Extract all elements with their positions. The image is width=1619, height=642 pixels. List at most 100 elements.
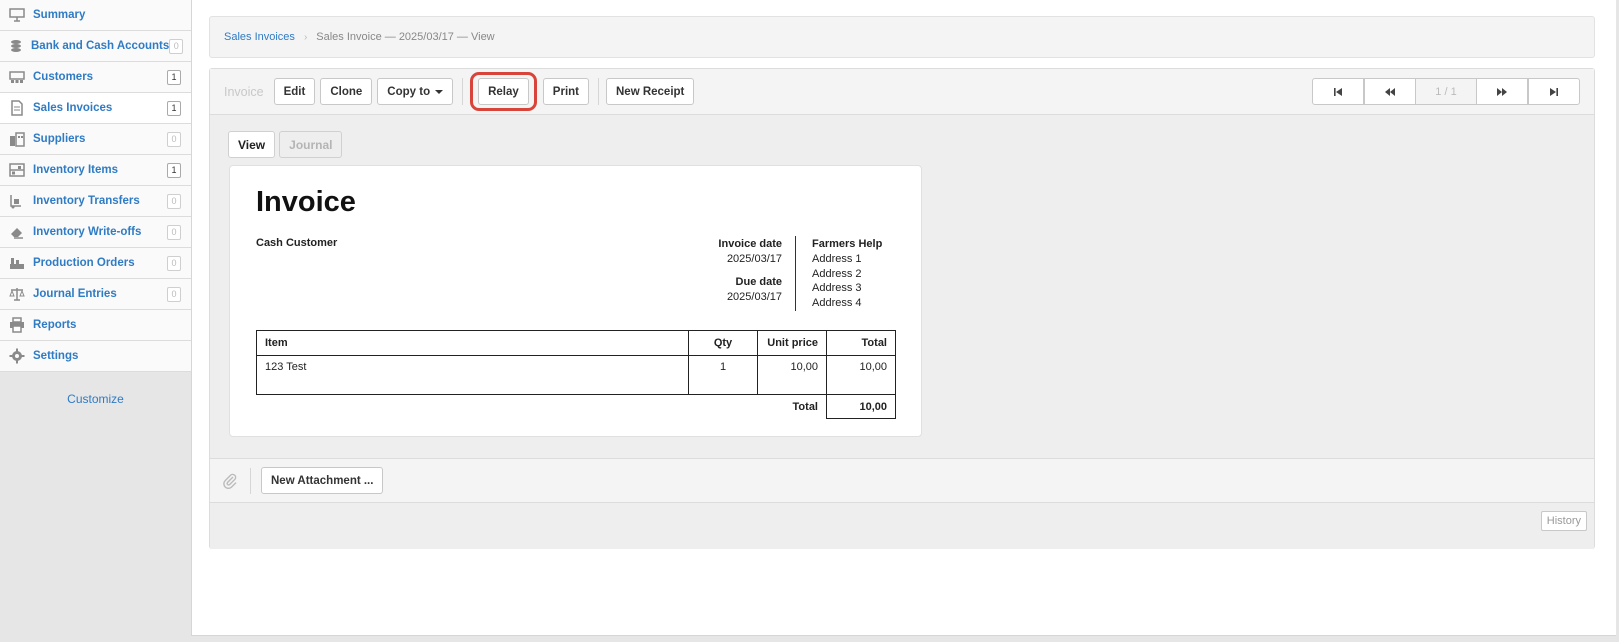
relay-highlight-ring: Relay — [470, 72, 537, 111]
sidebar-item-label: Inventory Write-offs — [33, 226, 142, 238]
sidebar-item-inventory-transfers[interactable]: Inventory Transfers 0 — [0, 186, 191, 217]
rewind-icon — [1385, 87, 1395, 96]
history-button[interactable]: History — [1540, 511, 1587, 531]
total-label: Total — [792, 400, 818, 413]
address-divider — [795, 236, 796, 311]
sidebar-item-inventory-items[interactable]: Inventory Items 1 — [0, 155, 191, 186]
tab-journal[interactable]: Journal — [279, 131, 343, 158]
toolbar-title: Invoice — [224, 84, 264, 99]
sidebar-item-settings[interactable]: Settings — [0, 341, 191, 372]
count-badge: 1 — [167, 69, 181, 85]
view-tabs: View Journal — [228, 131, 346, 158]
sidebar-item-label: Settings — [33, 350, 79, 362]
sidebar-item-summary[interactable]: Summary — [0, 0, 191, 31]
sidebar-item-journal-entries[interactable]: Journal Entries 0 — [0, 279, 191, 310]
print-button[interactable]: Print — [542, 78, 589, 105]
customers-icon — [8, 68, 26, 86]
edit-button[interactable]: Edit — [273, 78, 316, 105]
invoice-card: Invoice Edit Clone Copy to Relay Print N… — [209, 68, 1595, 549]
company-address-line: Address 3 — [812, 282, 862, 295]
sidebar-item-reports[interactable]: Reports — [0, 310, 191, 341]
chevron-right-icon: › — [303, 31, 308, 43]
toolbar-divider — [462, 78, 464, 105]
count-badge: 1 — [167, 100, 181, 116]
company-address-line: Address 2 — [812, 267, 862, 280]
breadcrumb-link-sales-invoices[interactable]: Sales Invoices — [224, 31, 295, 43]
invoice-document-icon — [8, 99, 26, 117]
sidebar-item-production-orders[interactable]: Production Orders 0 — [0, 248, 191, 279]
breadcrumb: Sales Invoices › Sales Invoice — 2025/03… — [209, 16, 1595, 58]
last-page-icon — [1550, 87, 1558, 96]
sidebar-item-sales-invoices[interactable]: Sales Invoices 1 — [0, 93, 191, 124]
toolbar-divider — [250, 467, 251, 494]
column-header-item: Item — [256, 330, 689, 356]
clone-button[interactable]: Clone — [320, 78, 373, 105]
paperclip-icon — [210, 473, 250, 489]
breadcrumb-current: Sales Invoice — 2025/03/17 — View — [316, 31, 495, 43]
sidebar-item-label: Inventory Transfers — [33, 195, 140, 207]
cell-qty: 1 — [688, 355, 758, 395]
count-badge: 0 — [167, 131, 181, 147]
sidebar-item-label: Customers — [33, 71, 94, 83]
count-badge: 1 — [167, 162, 181, 178]
customize-link[interactable]: Customize — [0, 392, 191, 406]
total-row: Total 10,00 — [257, 394, 896, 419]
company-address-line: Address 4 — [812, 297, 862, 310]
copy-to-button[interactable]: Copy to — [377, 78, 454, 105]
sidebar-item-customers[interactable]: Customers 1 — [0, 62, 191, 93]
content-area: View Journal Invoice Cash Customer Invoi… — [210, 115, 1594, 458]
column-header-total: Total — [826, 330, 896, 356]
table-header-row: Item Qty Unit price Total — [256, 330, 896, 356]
printer-icon — [8, 316, 26, 334]
column-header-qty: Qty — [688, 330, 758, 356]
toolbar: Invoice Edit Clone Copy to Relay Print N… — [210, 69, 1594, 115]
due-date-label: Due date — [735, 276, 782, 288]
count-badge: 0 — [167, 193, 181, 209]
sidebar-item-suppliers[interactable]: Suppliers 0 — [0, 124, 191, 155]
balance-scale-icon — [8, 285, 26, 303]
count-badge: 0 — [169, 38, 184, 54]
new-attachment-button[interactable]: New Attachment ... — [261, 467, 384, 494]
count-badge: 0 — [167, 286, 181, 302]
cell-item: 123 Test — [256, 355, 689, 395]
customer-name: Cash Customer — [256, 237, 338, 249]
copy-to-label: Copy to — [387, 85, 431, 98]
new-receipt-button[interactable]: New Receipt — [606, 78, 695, 105]
main-panel: Sales Invoices › Sales Invoice — 2025/03… — [191, 0, 1616, 636]
sidebar-item-label: Reports — [33, 319, 77, 331]
first-page-icon — [1334, 87, 1342, 96]
first-page-button[interactable] — [1312, 78, 1364, 105]
pager-info: 1 / 1 — [1416, 78, 1476, 105]
last-page-button[interactable] — [1528, 78, 1580, 105]
company-address-line: Address 1 — [812, 252, 862, 265]
sidebar-item-bank-and-cash-accounts[interactable]: Bank and Cash Accounts 0 — [0, 31, 191, 62]
relay-button[interactable]: Relay — [478, 78, 529, 105]
invoice-heading: Invoice — [256, 186, 356, 218]
invoice-date-value: 2025/03/17 — [726, 253, 782, 265]
sidebar-item-label: Journal Entries — [33, 288, 117, 300]
sidebar-item-label: Production Orders — [33, 257, 135, 269]
fast-forward-icon — [1497, 87, 1507, 96]
sidebar-item-label: Summary — [33, 9, 86, 21]
caret-down-icon — [435, 89, 444, 94]
cell-total: 10,00 — [826, 355, 896, 395]
sidebar-item-label: Inventory Items — [33, 164, 118, 176]
history-bar: History — [210, 503, 1594, 549]
total-value: 10,00 — [826, 394, 896, 419]
sidebar-item-label: Bank and Cash Accounts — [31, 40, 170, 52]
warehouse-shelf-icon — [8, 161, 26, 179]
line-items-table: Item Qty Unit price Total 123 Test 1 10,… — [256, 330, 896, 419]
previous-page-button[interactable] — [1364, 78, 1416, 105]
next-page-button[interactable] — [1476, 78, 1528, 105]
tab-view[interactable]: View — [228, 131, 276, 158]
gear-icon — [8, 347, 26, 365]
due-date-value: 2025/03/17 — [726, 291, 782, 303]
count-badge: 0 — [167, 224, 181, 240]
company-name: Farmers Help — [812, 238, 883, 250]
cell-unit-price: 10,00 — [757, 355, 827, 395]
company-block: Farmers Help Address 1 Address 2 Address… — [812, 237, 882, 311]
toolbar-divider — [598, 78, 599, 105]
invoice-date-label: Invoice date — [718, 238, 782, 250]
sidebar-item-inventory-write-offs[interactable]: Inventory Write-offs 0 — [0, 217, 191, 248]
invoice-document: Invoice Cash Customer Invoice date 2025/… — [229, 165, 922, 437]
